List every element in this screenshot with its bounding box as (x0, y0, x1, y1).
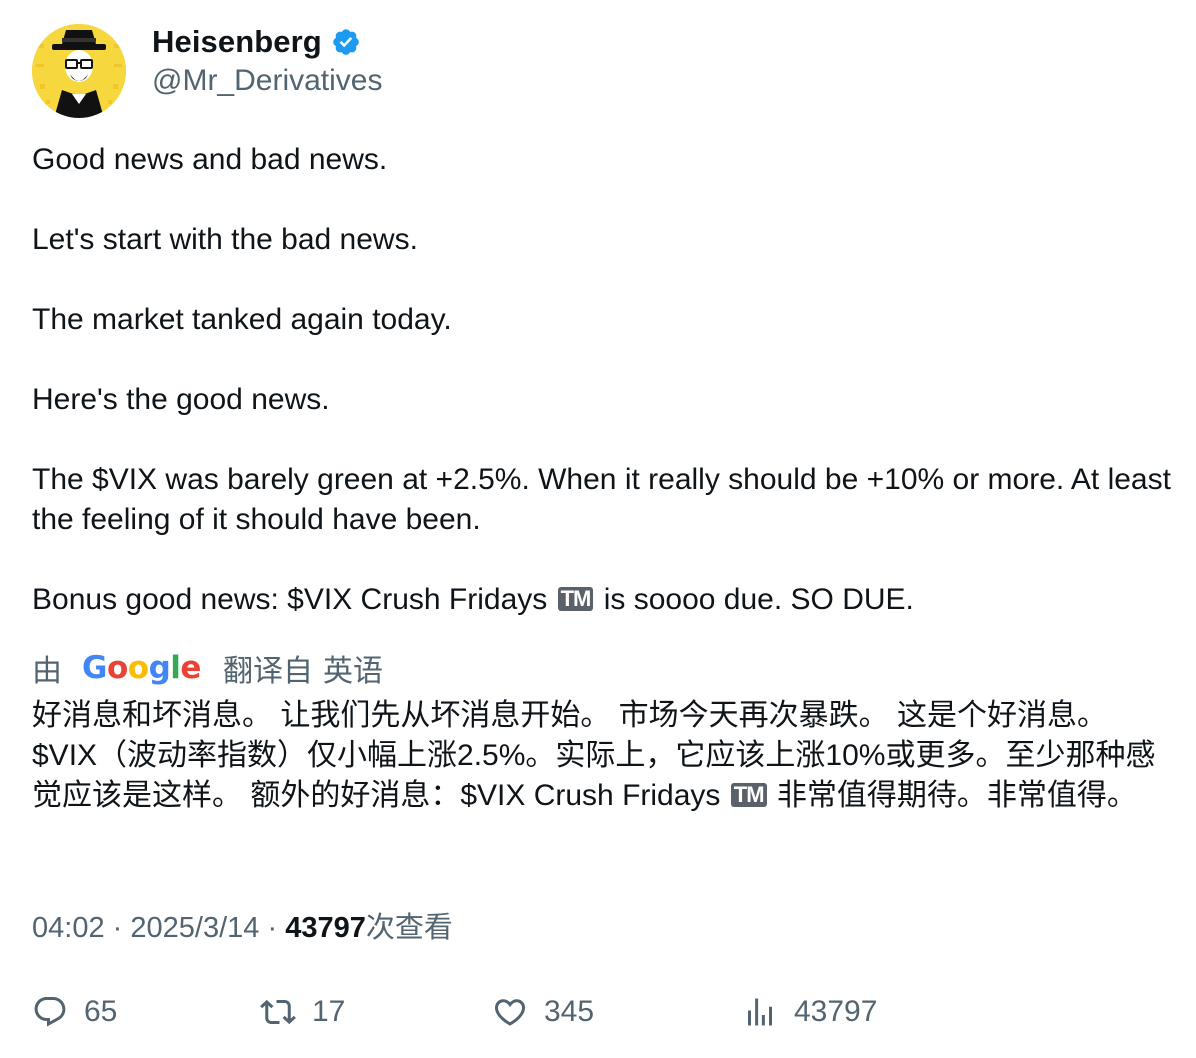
tweet-line: Let's start with the bad news. (32, 223, 418, 256)
google-logo[interactable]: Google (82, 650, 201, 686)
heart-icon (494, 999, 526, 1026)
reply-button[interactable]: 65 (32, 990, 117, 1034)
tweet-card: Heisenberg @Mr_Derivatives Good news and… (0, 0, 1196, 1058)
like-count: 345 (544, 995, 595, 1028)
trademark-icon: TM (557, 587, 594, 611)
tweet-line: The market tanked again today. (32, 303, 452, 336)
heisenberg-avatar-icon (32, 24, 126, 118)
views-count: 43797 (285, 912, 366, 944)
translated-text-part: 非常值得期待。非常值得。 (776, 779, 1137, 812)
tweet-text: Good news and bad news. Let's start with… (32, 140, 1172, 620)
views-button[interactable]: 43797 (742, 990, 877, 1034)
translated-from-label: 翻译自 (222, 655, 313, 688)
tweet-header: Heisenberg @Mr_Derivatives (32, 24, 1132, 124)
name-row: Heisenberg (152, 24, 361, 60)
tweet-meta: 04:02 · 2025/3/14 · 43797次查看 (32, 904, 453, 946)
retweet-icon (260, 999, 296, 1025)
tweet-line: The $VIX was barely green at +2.5%. When… (32, 463, 1171, 536)
tweet-time[interactable]: 04:02 (32, 912, 105, 944)
views-action-count: 43797 (794, 995, 878, 1028)
reply-count: 65 (84, 995, 118, 1028)
tweet-line-part: Bonus good news: $VIX Crush Fridays (32, 583, 548, 616)
action-bar: 65 17 345 43797 (32, 990, 1172, 1034)
like-button[interactable]: 345 (492, 990, 594, 1034)
avatar[interactable] (32, 24, 126, 118)
tweet-line-bonus: Bonus good news: $VIX Crush Fridays TM i… (32, 580, 1172, 620)
verified-badge-icon (331, 27, 361, 57)
retweet-button[interactable]: 17 (260, 990, 345, 1034)
meta-separator: · (112, 912, 123, 944)
translation-attribution: 由 Google 翻译自 英语 (32, 646, 383, 690)
views-label: 次查看 (365, 912, 453, 944)
meta-separator: · (267, 912, 278, 944)
tweet-line: Here's the good news. (32, 383, 330, 416)
source-language: 英语 (322, 655, 383, 688)
tweet-line: Good news and bad news. (32, 143, 388, 176)
retweet-count: 17 (312, 995, 346, 1028)
reply-icon (34, 997, 66, 1027)
user-handle[interactable]: @Mr_Derivatives (152, 64, 383, 98)
analytics-icon (748, 998, 772, 1026)
tweet-date[interactable]: 2025/3/14 (130, 912, 259, 944)
translated-by-label: 由 (32, 655, 62, 688)
translated-text: 好消息和坏消息。 让我们先从坏消息开始。 市场今天再次暴跌。 这是个好消息。 $… (32, 696, 1172, 816)
tweet-line-part: is soooo due. SO DUE. (603, 583, 914, 616)
display-name[interactable]: Heisenberg (152, 24, 322, 60)
trademark-icon: TM (730, 783, 767, 807)
